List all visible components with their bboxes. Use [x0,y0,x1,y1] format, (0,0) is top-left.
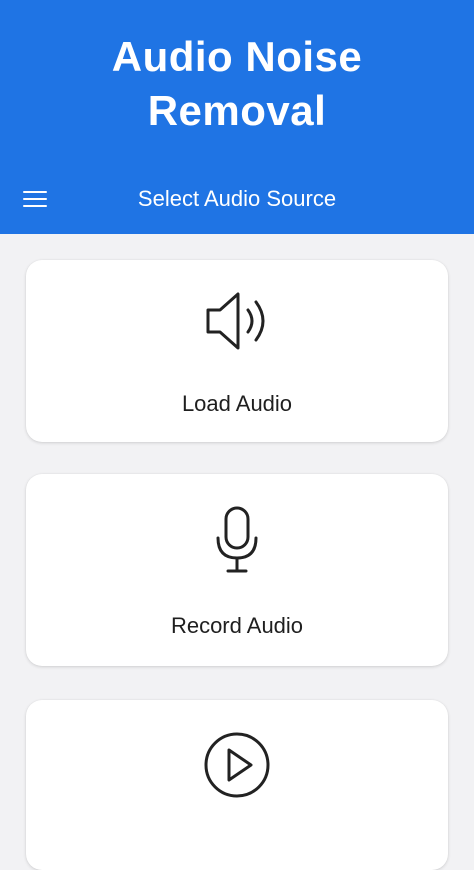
play-audio-card[interactable] [26,700,448,870]
microphone-icon [26,504,448,576]
record-audio-label: Record Audio [170,613,304,638]
load-audio-label: Load Audio [181,391,293,416]
app-title: Audio Noise Removal [111,33,363,134]
load-audio-card[interactable]: Load Audio [26,260,448,442]
app-header: Audio Noise Removal Select Audio Source [0,0,474,234]
speaker-icon [26,290,448,352]
record-audio-card[interactable]: Record Audio [26,474,448,666]
toolbar-title: Select Audio Source [137,186,337,211]
play-circle-icon [26,730,448,800]
